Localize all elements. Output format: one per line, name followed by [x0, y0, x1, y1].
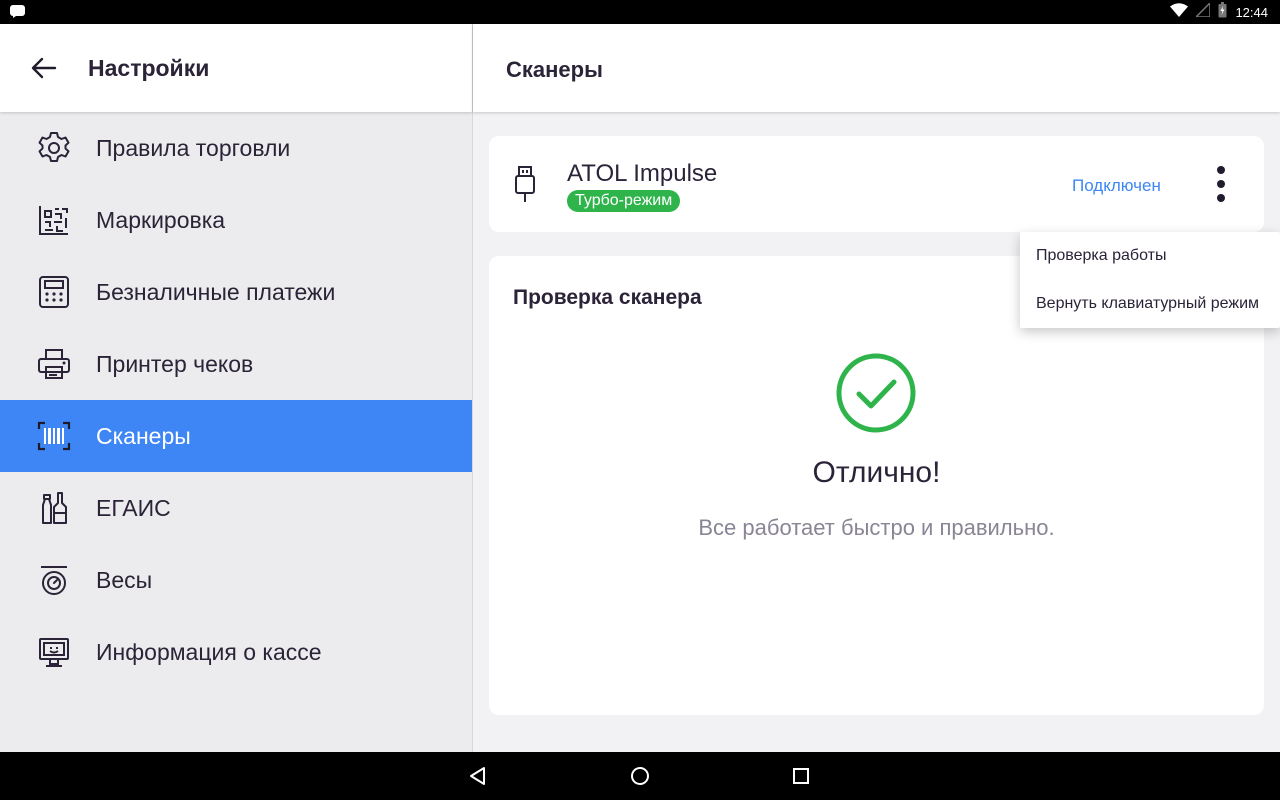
- device-name: ATOL Impulse: [567, 160, 718, 187]
- sidebar-item-scanners[interactable]: Сканеры: [0, 400, 472, 472]
- scanner-device-card[interactable]: ATOL Impulse Турбо-режим Подключен: [489, 136, 1264, 232]
- sidebar-item-label: Сканеры: [96, 422, 191, 449]
- app-window: Настройки Правила торговли Маркировка Бе…: [0, 24, 1280, 752]
- back-triangle-icon: [470, 767, 485, 785]
- sidebar-header: Настройки: [0, 24, 472, 112]
- sidebar-item-label: Весы: [96, 566, 153, 593]
- menu-item-keyboard-mode[interactable]: Вернуть клавиатурный режим: [1020, 280, 1280, 328]
- printer-icon: [36, 346, 72, 382]
- sidebar-item-label: Маркировка: [96, 206, 226, 233]
- check-result: Отлично!: [812, 456, 941, 489]
- payment-terminal-icon: [36, 274, 72, 310]
- device-options-menu: Проверка работы Вернуть клавиатурный реж…: [1020, 232, 1280, 328]
- bottles-icon: [36, 490, 72, 526]
- signal-off-icon: [1194, 0, 1212, 22]
- menu-item-test-scanner[interactable]: Проверка работы: [1020, 232, 1280, 280]
- panel-header: Сканеры: [473, 24, 1280, 112]
- sidebar-item-label: ЕГАИС: [96, 494, 171, 521]
- sidebar-item-receipt-printer[interactable]: Принтер чеков: [0, 328, 472, 400]
- recents-square-icon: [793, 768, 809, 784]
- check-title: Проверка сканера: [513, 286, 702, 309]
- system-nav-bar: [0, 752, 1280, 800]
- back-button[interactable]: [26, 50, 62, 86]
- check-circle-icon: [835, 352, 917, 434]
- sidebar-item-label: Безналичные платежи: [96, 278, 336, 305]
- check-description: Все работает быстро и правильно.: [698, 515, 1055, 540]
- more-vert-icon: [1217, 166, 1225, 174]
- sidebar-item-label: Правила торговли: [96, 134, 291, 161]
- sidebar-item-scales[interactable]: Весы: [0, 544, 472, 616]
- datamatrix-icon: [36, 202, 72, 238]
- more-options-button[interactable]: [1204, 164, 1238, 204]
- home-circle-icon: [631, 767, 649, 785]
- monitor-icon: [36, 634, 72, 670]
- status-bar: 12:44: [0, 0, 1280, 24]
- sidebar-item-egais[interactable]: ЕГАИС: [0, 472, 472, 544]
- settings-menu: Правила торговли Маркировка Безналичные …: [0, 112, 472, 688]
- settings-sidebar: Настройки Правила торговли Маркировка Бе…: [0, 24, 472, 752]
- nav-back-button[interactable]: [466, 764, 490, 788]
- page-title: Сканеры: [506, 57, 603, 82]
- sidebar-item-cash-register-info[interactable]: Информация о кассе: [0, 616, 472, 688]
- connection-status: Подключен: [1072, 176, 1161, 195]
- sidebar-item-label: Информация о кассе: [96, 638, 322, 665]
- nav-recents-button[interactable]: [789, 764, 813, 788]
- sidebar-item-marking[interactable]: Маркировка: [0, 184, 472, 256]
- wifi-icon: [1170, 2, 1189, 22]
- nav-home-button[interactable]: [628, 764, 652, 788]
- usb-icon: [511, 166, 539, 204]
- sidebar-item-label: Принтер чеков: [96, 350, 254, 377]
- notification-icon: [10, 4, 26, 23]
- scanners-panel: Сканеры ATOL Impulse Турбо-режим Подключ…: [473, 24, 1280, 752]
- sidebar-title: Настройки: [88, 55, 210, 81]
- arrow-left-icon: [31, 57, 57, 79]
- sidebar-item-trade-rules[interactable]: Правила торговли: [0, 112, 472, 184]
- barcode-scanner-icon: [36, 418, 72, 454]
- gear-icon: [36, 130, 72, 166]
- sidebar-item-cashless[interactable]: Безналичные платежи: [0, 256, 472, 328]
- battery-charging-icon: [1218, 1, 1227, 23]
- scale-icon: [36, 562, 72, 598]
- status-time: 12:44: [1235, 4, 1268, 20]
- turbo-mode-badge: Турбо-режим: [567, 190, 681, 212]
